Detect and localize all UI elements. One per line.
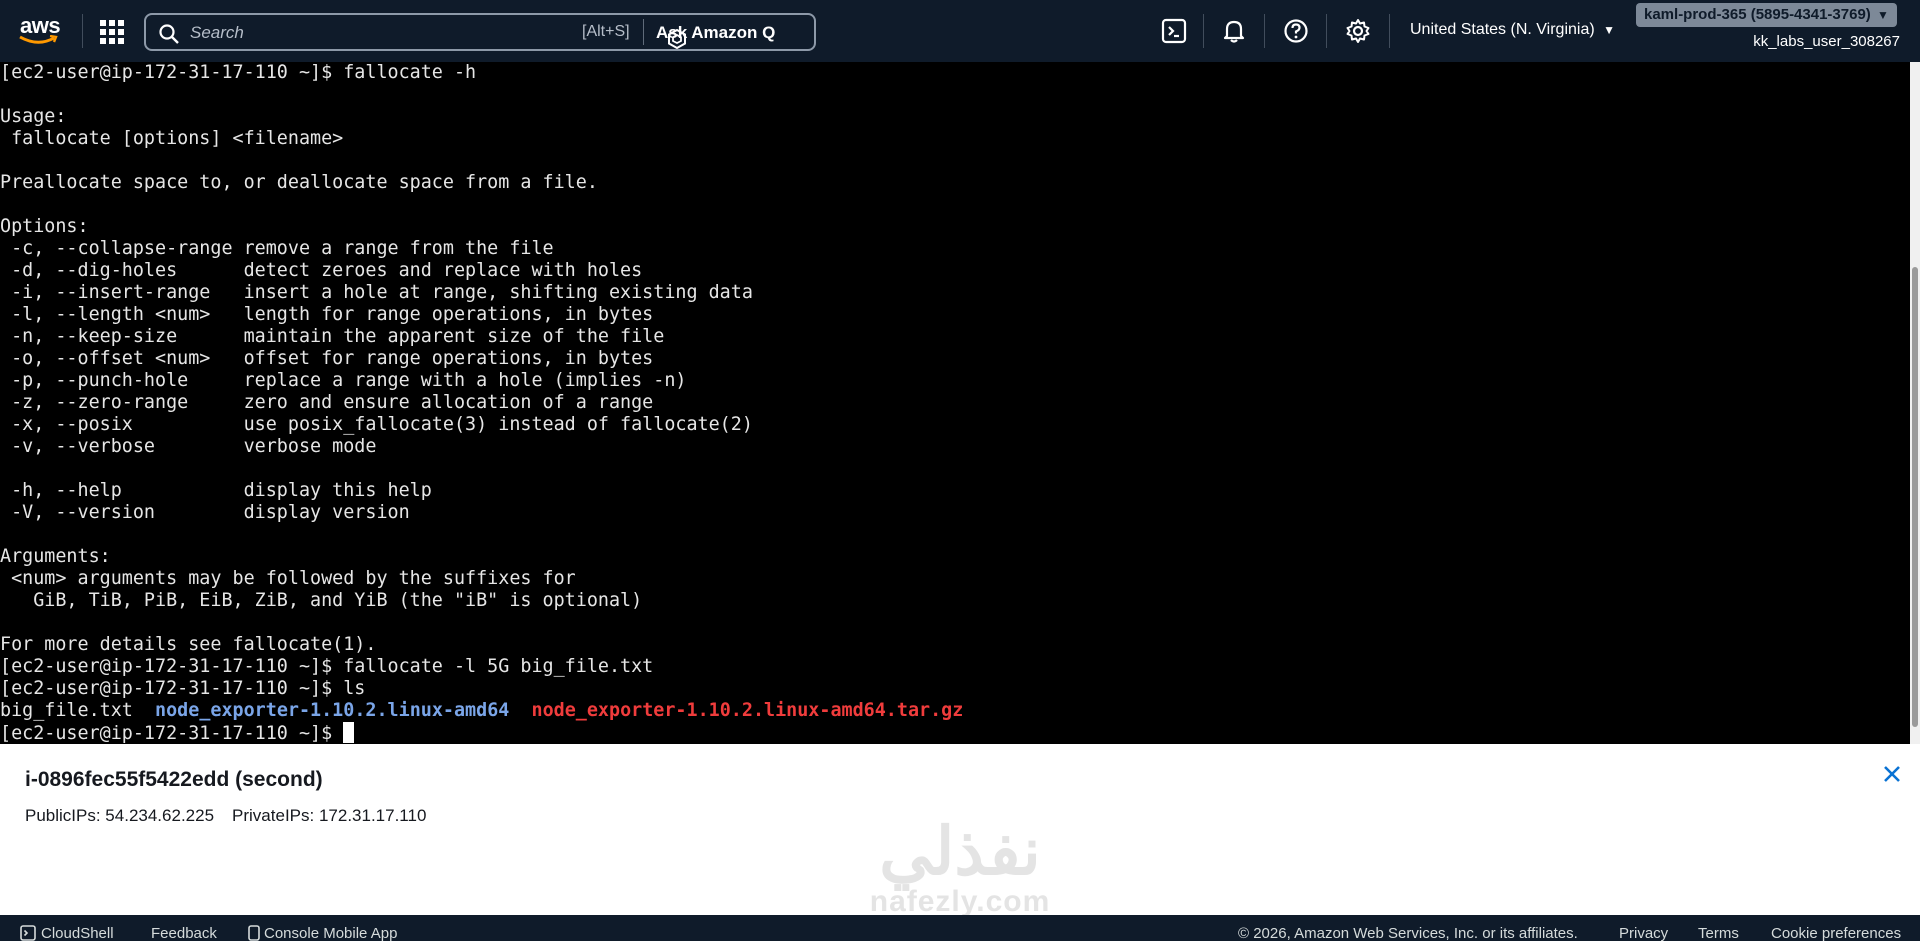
footer-cookie-preferences-link[interactable]: Cookie preferences — [1771, 925, 1901, 941]
account-label: kaml-prod-365 (5895-4341-3769) — [1644, 6, 1871, 23]
ls-file: big_file.txt — [0, 700, 133, 721]
terminal-line: -o, --offset <num> offset for range oper… — [11, 348, 654, 369]
terminal-scrollbar[interactable] — [1910, 62, 1920, 744]
region-selector[interactable]: United States (N. Virginia) ▼ — [1410, 21, 1615, 39]
terminal-line: -d, --dig-holes detect zeroes and replac… — [11, 260, 643, 281]
terminal-output: [ec2-user@ip-172-31-17-110 ~]$ fallocate… — [0, 62, 1910, 744]
terminal-line: [ec2-user@ip-172-31-17-110 ~]$ fallocate… — [0, 656, 654, 677]
region-label: United States (N. Virginia) — [1410, 21, 1595, 38]
ls-archive: node_exporter-1.10.2.linux-amd64.tar.gz — [531, 700, 964, 721]
footer-terms-link[interactable]: Terms — [1698, 925, 1739, 941]
ls-directory: node_exporter-1.10.2.linux-amd64 — [155, 700, 510, 721]
aws-logo[interactable]: aws — [18, 13, 62, 47]
notifications-bell-icon[interactable] — [1220, 17, 1248, 45]
ask-amazon-q-button[interactable]: Ask Amazon Q — [656, 21, 775, 49]
nav-divider — [1389, 14, 1390, 48]
private-ips: PrivateIPs: 172.31.17.110 — [232, 806, 427, 825]
instance-title: i-0896fec55f5422edd (second) — [25, 768, 323, 791]
footer-mobile-app-label: Console Mobile App — [264, 925, 398, 941]
terminal-line: -n, --keep-size maintain the apparent si… — [11, 326, 665, 347]
caret-down-icon: ▼ — [1876, 8, 1889, 22]
console-footer: CloudShell Feedback Console Mobile App ©… — [0, 915, 1920, 941]
nafezly-watermark: نفذلي nafezly.com — [850, 816, 1070, 918]
top-navigation: aws Search [Alt+S] Ask Amazon Q United S… — [0, 0, 1920, 62]
terminal-line: -V, --version display version — [11, 502, 410, 523]
amazon-q-icon — [668, 29, 686, 49]
search-placeholder: Search — [190, 23, 244, 42]
terminal-cursor[interactable] — [343, 722, 355, 743]
footer-feedback-link[interactable]: Feedback — [151, 925, 217, 941]
close-icon[interactable] — [1880, 762, 1904, 786]
scrollbar-thumb[interactable] — [1912, 267, 1918, 727]
terminal-line: [ec2-user@ip-172-31-17-110 ~]$ fallocate… — [0, 62, 477, 83]
terminal-line: fallocate [options] <filename> — [11, 128, 344, 149]
aws-smile-icon — [19, 35, 58, 44]
cloudshell-icon[interactable] — [1160, 17, 1188, 45]
terminal-prompt: [ec2-user@ip-172-31-17-110 ~]$ — [0, 723, 344, 744]
search-input[interactable]: Search [Alt+S] Ask Amazon Q — [144, 13, 816, 51]
nav-divider — [1264, 14, 1265, 48]
search-divider — [643, 19, 644, 45]
cloudshell-icon — [20, 925, 36, 941]
terminal-line: -z, --zero-range zero and ensure allocat… — [11, 392, 654, 413]
cloudshell-terminal[interactable]: [ec2-user@ip-172-31-17-110 ~]$ fallocate… — [0, 62, 1910, 744]
instance-ips: PublicIPs: 54.234.62.225 PrivateIPs: 172.… — [25, 806, 426, 826]
terminal-line: -c, --collapse-range remove a range from… — [11, 238, 554, 259]
terminal-line: -h, --help display this help — [11, 480, 432, 501]
footer-cloudshell-button[interactable]: CloudShell — [20, 925, 114, 941]
terminal-line: <num> arguments may be followed by the s… — [11, 568, 576, 589]
nav-divider — [1326, 14, 1327, 48]
terminal-line: -l, --length <num> length for range oper… — [11, 304, 654, 325]
search-shortcut: [Alt+S] — [582, 23, 630, 40]
help-icon[interactable] — [1282, 17, 1310, 45]
terminal-line: GiB, TiB, PiB, EiB, ZiB, and YiB (the "i… — [33, 590, 643, 611]
instance-details-panel: i-0896fec55f5422edd (second) PublicIPs: … — [0, 744, 1920, 918]
settings-gear-icon[interactable] — [1344, 17, 1372, 45]
terminal-line: Arguments: — [0, 546, 111, 567]
terminal-line: -v, --verbose verbose mode — [11, 436, 377, 457]
terminal-line: Usage: — [0, 106, 67, 127]
terminal-line: Preallocate space to, or deallocate spac… — [0, 172, 598, 193]
mobile-phone-icon — [248, 925, 260, 941]
account-menu[interactable]: kaml-prod-365 (5895-4341-3769) ▼ — [1636, 3, 1897, 27]
terminal-line: -i, --insert-range insert a hole at rang… — [11, 282, 753, 303]
watermark-latin: nafezly.com — [869, 885, 1051, 918]
nav-divider — [82, 14, 83, 48]
terminal-line: [ec2-user@ip-172-31-17-110 ~]$ ls — [0, 678, 366, 699]
footer-cloudshell-label: CloudShell — [41, 925, 114, 941]
user-name[interactable]: kk_labs_user_308267 — [1753, 33, 1900, 50]
footer-copyright: © 2026, Amazon Web Services, Inc. or its… — [1238, 925, 1578, 941]
terminal-line: For more details see fallocate(1). — [0, 634, 377, 655]
terminal-history: [ec2-user@ip-172-31-17-110 ~]$ fallocate… — [0, 62, 753, 699]
footer-privacy-link[interactable]: Privacy — [1619, 925, 1668, 941]
footer-mobile-app-link[interactable]: Console Mobile App — [248, 925, 397, 941]
terminal-line: Options: — [0, 216, 89, 237]
caret-down-icon: ▼ — [1603, 23, 1616, 37]
nav-divider — [1203, 14, 1204, 48]
services-grid-icon[interactable] — [100, 20, 124, 44]
terminal-line: -p, --punch-hole replace a range with a … — [11, 370, 687, 391]
watermark-arabic: نفذلي — [879, 814, 1041, 888]
search-icon — [159, 24, 179, 44]
terminal-line: -x, --posix use posix_fallocate(3) inste… — [11, 414, 753, 435]
public-ips: PublicIPs: 54.234.62.225 — [25, 806, 215, 825]
